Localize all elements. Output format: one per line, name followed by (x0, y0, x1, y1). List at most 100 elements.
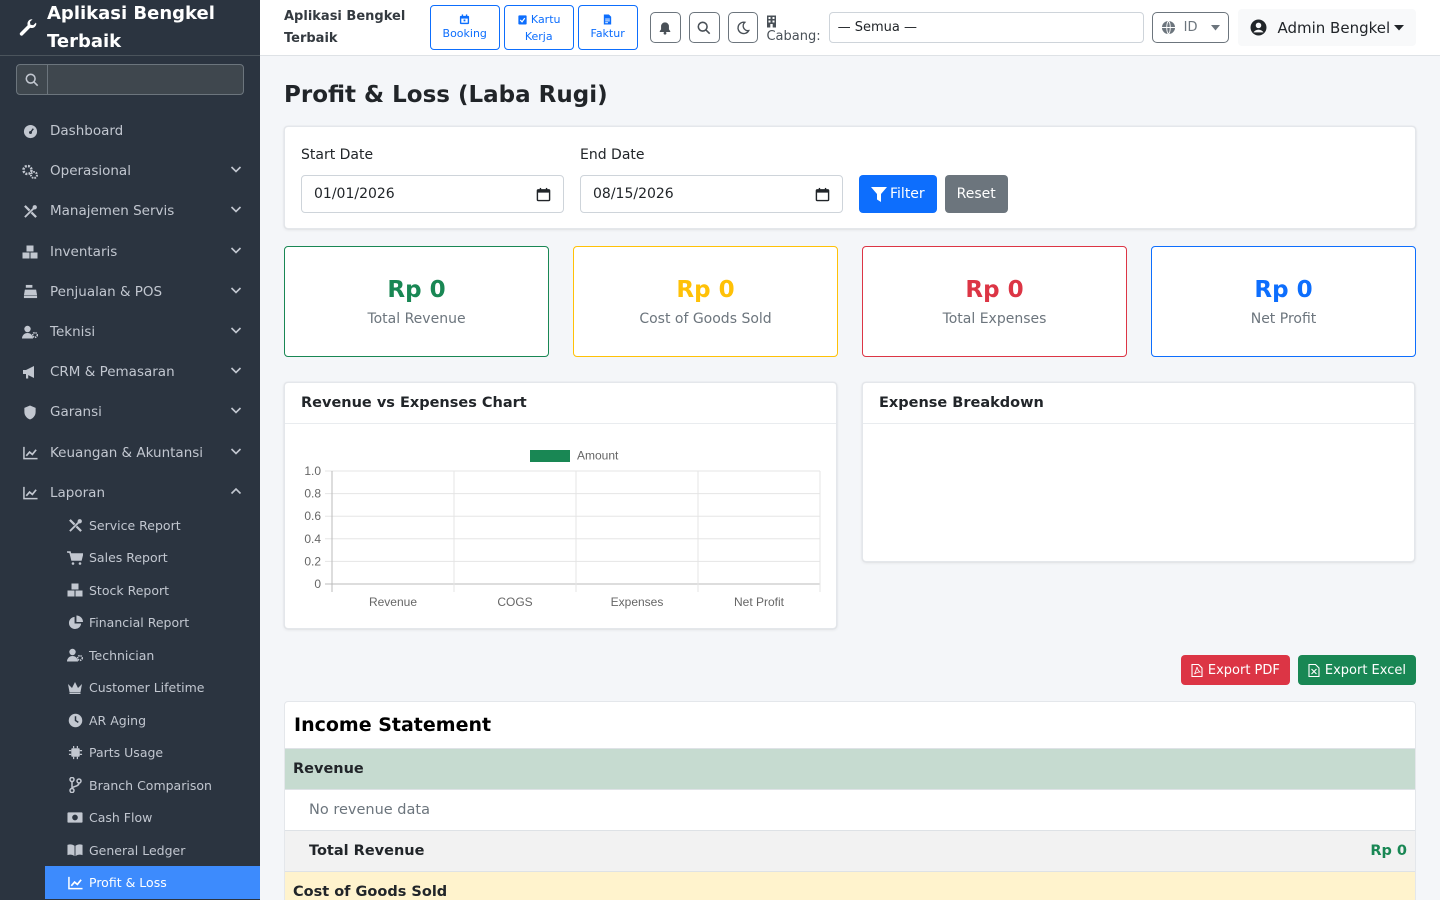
calendar-icon[interactable] (536, 187, 551, 202)
topbar-brand[interactable]: Aplikasi Bengkel Terbaik (284, 6, 430, 50)
user-gear-icon (22, 324, 38, 340)
stat-caption: Cost of Goods Sold (639, 310, 772, 327)
sidebar-brand-line2: Terbaik (47, 30, 122, 52)
globe-icon (1161, 20, 1175, 35)
chevron-down-icon (230, 364, 242, 380)
cabang-select[interactable]: — Semua — (828, 12, 1144, 43)
sidebar-subitem-label: Financial Report (89, 615, 190, 631)
filter-card: Start Date 01/01/2026 End Date 08/15/202… (284, 126, 1416, 229)
faktur-button[interactable]: Faktur (577, 5, 638, 50)
chart-line-icon (22, 445, 38, 461)
x-tick-label: Net Profit (734, 595, 785, 609)
reset-button[interactable]: Reset (944, 175, 1008, 213)
boxes-icon (67, 582, 83, 598)
sidebar-subitem-label: Sales Report (89, 550, 168, 566)
revenue-expenses-chart-card: Revenue vs Expenses Chart Amount 0 0.2 0.4 0… (284, 382, 837, 629)
sidebar-item-label: Inventaris (50, 243, 118, 260)
revenue-expenses-chart: Amount 0 0.2 0.4 0.6 0.8 1.0 Revenue COGS Expense… (304, 449, 821, 609)
sidebar-subitem-label: Service Report (89, 517, 181, 533)
dark-mode-toggle[interactable] (727, 12, 759, 43)
sidebar-subitem-label: Cash Flow (89, 810, 153, 826)
filter-icon (871, 186, 887, 202)
clock-icon (67, 712, 83, 728)
sidebar-subitem-label: General Ledger (89, 842, 186, 858)
export-excel-button[interactable]: Export Excel (1297, 655, 1416, 685)
sidebar-item-operasional[interactable]: Operasional (0, 151, 260, 191)
cabang-label-group: Cabang: (766, 15, 821, 46)
revenue-section-header: Revenue (285, 748, 1415, 789)
book-open-icon (67, 842, 83, 858)
cart-icon (67, 550, 83, 566)
start-date-group: Start Date 01/01/2026 (301, 147, 564, 213)
sidebar-subitem-financial-report[interactable]: Financial Report (45, 606, 260, 639)
y-tick-label: 0.6 (304, 509, 321, 523)
sidebar-item-laporan[interactable]: Laporan (0, 473, 260, 513)
sidebar-item-label: Laporan (50, 484, 106, 501)
x-tick-label: COGS (497, 595, 532, 609)
sidebar-brand[interactable]: Aplikasi Bengkel Terbaik (0, 0, 260, 56)
sidebar-subitem-sales-report[interactable]: Sales Report (45, 541, 260, 574)
stat-cards: Rp 0 Total Revenue Rp 0 Cost of Goods Sold R… (284, 246, 1416, 357)
kartu-kerja-button[interactable]: Kartu Kerja (503, 5, 574, 50)
chevron-down-icon (230, 404, 242, 420)
money-bill-icon (67, 810, 83, 826)
sidebar-subitem-branch-comparison[interactable]: Branch Comparison (45, 769, 260, 802)
sidebar-subitem-service-report[interactable]: Service Report (45, 509, 260, 542)
sidebar-brand-line1: Aplikasi Bengkel (47, 2, 215, 24)
sidebar-subitem-label: Parts Usage (89, 745, 164, 761)
cogs-section-header: Cost of Goods Sold (285, 871, 1415, 900)
sidebar-subitem-label: Profit & Loss (89, 875, 167, 891)
sidebar-item-keuangan-akuntansi[interactable]: Keuangan & Akuntansi (0, 433, 260, 473)
sidebar-item-inventaris[interactable]: Inventaris (0, 232, 260, 272)
y-tick-label: 0.2 (304, 554, 321, 568)
sidebar-subitem-cash-flow[interactable]: Cash Flow (45, 801, 260, 834)
file-invoice-icon (603, 13, 612, 25)
sidebar-item-dashboard[interactable]: Dashboard (0, 111, 260, 151)
language-select[interactable]: ID (1151, 12, 1230, 43)
sidebar-subitem-profit-loss[interactable]: Profit & Loss (45, 866, 260, 899)
x-tick-label: Revenue (369, 595, 417, 609)
sidebar-item-crm-pemasaran[interactable]: CRM & Pemasaran (0, 352, 260, 392)
sidebar-nav: Dashboard Operasional Manajemen Servis Inve… (0, 111, 260, 899)
start-date-input[interactable]: 01/01/2026 (301, 175, 564, 213)
search-icon[interactable] (17, 65, 48, 94)
stat-card-cost-of-goods-sold: Rp 0 Cost of Goods Sold (573, 246, 838, 357)
sidebar-item-label: Keuangan & Akuntansi (50, 444, 204, 461)
booking-button[interactable]: Booking (429, 5, 500, 50)
start-date-value: 01/01/2026 (314, 186, 395, 202)
sidebar-item-label: CRM & Pemasaran (50, 364, 175, 381)
sidebar-search-input[interactable] (48, 65, 243, 94)
calendar-icon (460, 13, 470, 24)
sidebar-subitem-parts-usage[interactable]: Parts Usage (45, 736, 260, 769)
sidebar-item-garansi[interactable]: Garansi (0, 392, 260, 432)
global-search-button[interactable] (688, 12, 720, 43)
chart-body: Amount 0 0.2 0.4 0.6 0.8 1.0 Revenue COGS Expense… (285, 424, 836, 629)
sidebar-subitem-technician[interactable]: Technician (45, 639, 260, 672)
y-tick-label: 0.8 (304, 487, 321, 501)
filter-button[interactable]: Filter (859, 175, 937, 213)
export-excel-label: Export Excel (1324, 662, 1406, 678)
export-pdf-button[interactable]: Export PDF (1180, 655, 1290, 685)
sidebar-subitem-customer-lifetime[interactable]: Customer Lifetime (45, 671, 260, 704)
sidebar-subitem-general-ledger[interactable]: General Ledger (45, 834, 260, 867)
total-revenue-value: Rp 0 (1370, 843, 1407, 859)
sidebar-item-penjualan-pos[interactable]: Penjualan & POS (0, 272, 260, 312)
sidebar-subitem-stock-report[interactable]: Stock Report (45, 574, 260, 607)
end-date-input[interactable]: 08/15/2026 (580, 175, 843, 213)
total-revenue-row: Total Revenue Rp 0 (285, 830, 1415, 871)
sidebar-item-teknisi[interactable]: Teknisi (0, 312, 260, 352)
user-menu[interactable]: Admin Bengkel (1238, 9, 1416, 46)
sidebar-item-label: Penjualan & POS (50, 283, 163, 300)
chevron-down-icon (230, 163, 242, 179)
sidebar-search (16, 64, 244, 95)
notification-button[interactable] (649, 12, 681, 43)
no-revenue-row: No revenue data (285, 789, 1415, 830)
sidebar-subitem-ar-aging[interactable]: AR Aging (45, 704, 260, 737)
search-icon (697, 21, 711, 34)
sidebar-item-manajemen-servis[interactable]: Manajemen Servis (0, 191, 260, 231)
sidebar-subitem-label: Technician (89, 647, 155, 663)
start-date-label: Start Date (301, 147, 374, 163)
x-tick-label: Expenses (611, 595, 664, 609)
user-gear-icon (67, 647, 83, 663)
calendar-icon[interactable] (815, 187, 830, 202)
